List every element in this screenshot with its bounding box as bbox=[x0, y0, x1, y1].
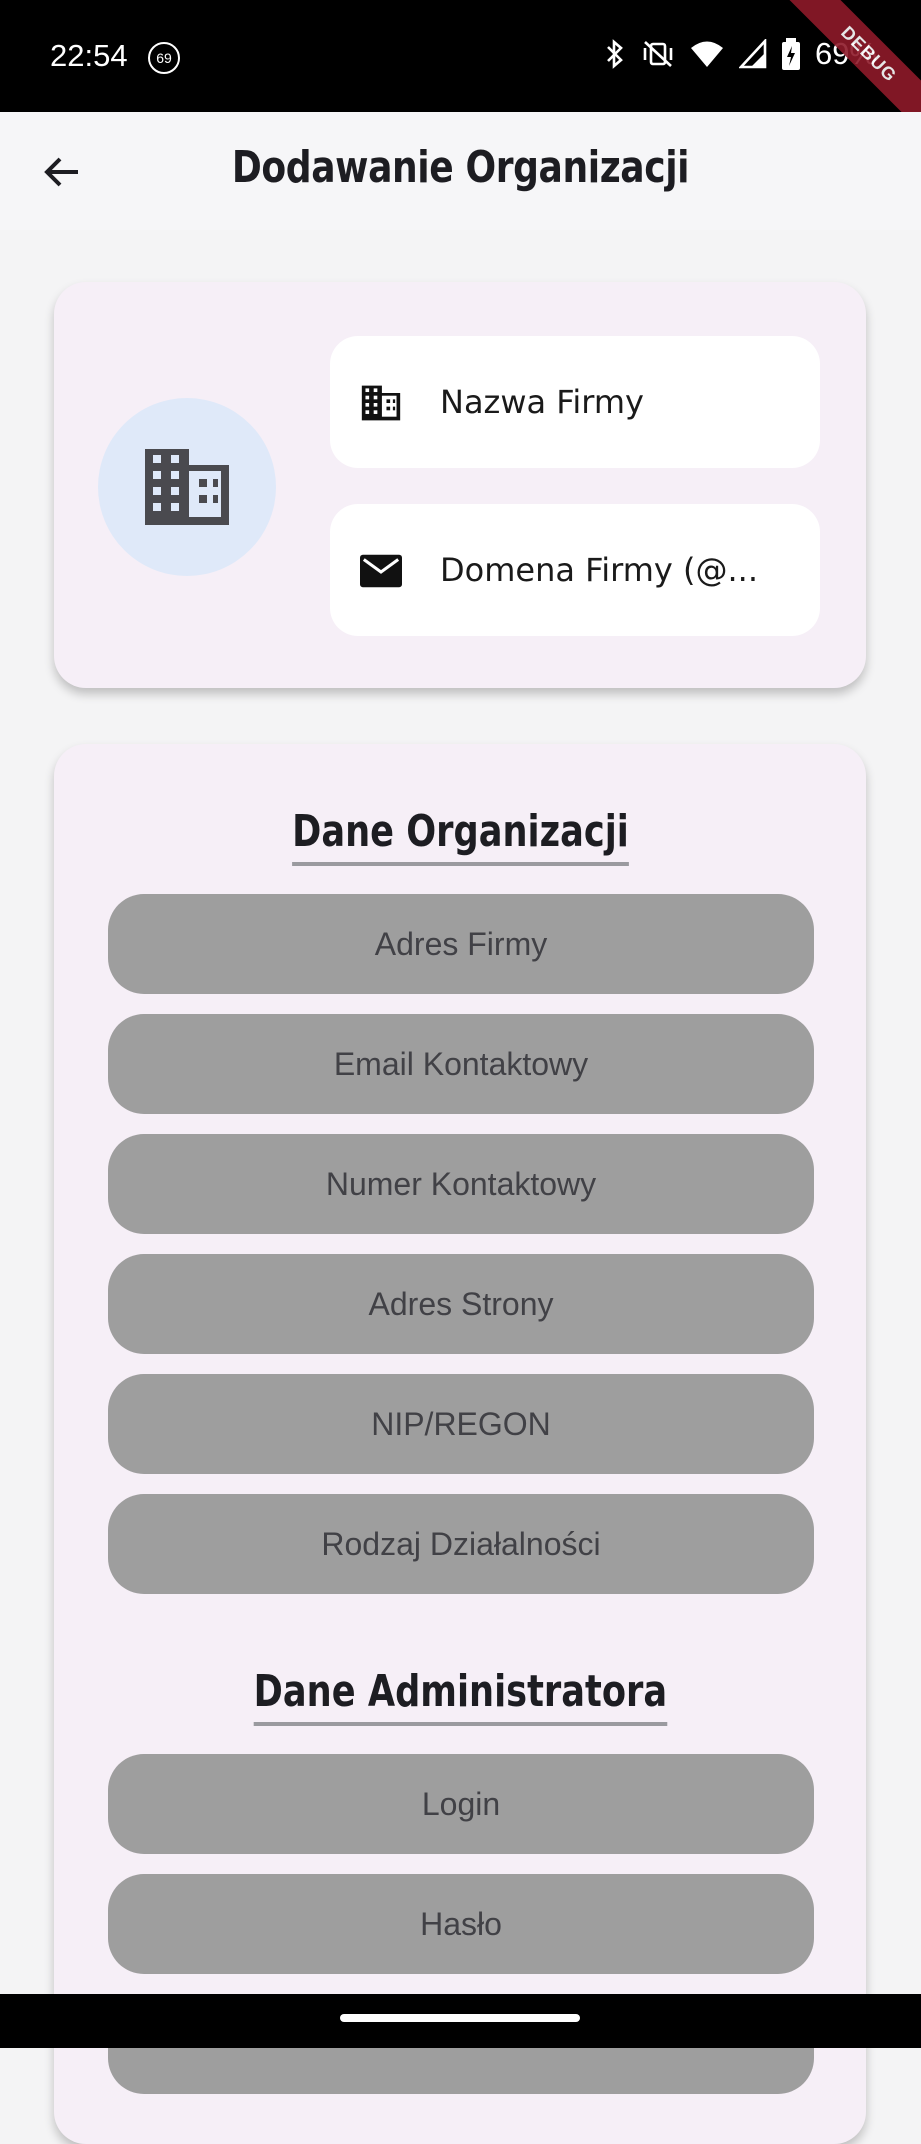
home-handle[interactable] bbox=[340, 2014, 580, 2022]
status-bar: 22:54 69 69% DEBUG bbox=[0, 0, 921, 145]
company-domain-field[interactable]: Domena Firmy (@... bbox=[330, 504, 820, 636]
details-card: Dane Organizacji Adres Firmy Email Konta… bbox=[54, 744, 866, 2144]
bluetooth-icon bbox=[607, 39, 623, 69]
login-field[interactable]: Login bbox=[108, 1754, 814, 1854]
website-field[interactable]: Adres Strony bbox=[108, 1254, 814, 1354]
contact-email-field[interactable]: Email Kontaktowy bbox=[108, 1014, 814, 1114]
company-domain-placeholder: Domena Firmy (@... bbox=[440, 551, 758, 589]
password-field[interactable]: Hasło bbox=[108, 1874, 814, 1974]
navigation-bar bbox=[0, 1994, 921, 2048]
company-avatar[interactable] bbox=[98, 398, 276, 576]
notification-badge: 69 bbox=[148, 42, 180, 74]
company-name-placeholder: Nazwa Firmy bbox=[440, 383, 644, 421]
email-icon bbox=[360, 550, 402, 592]
organization-section-heading: Dane Organizacji bbox=[54, 806, 866, 866]
business-type-field[interactable]: Rodzaj Działalności bbox=[108, 1494, 814, 1594]
admin-section-heading: Dane Administratora bbox=[54, 1666, 866, 1726]
company-name-field[interactable]: Nazwa Firmy bbox=[330, 336, 820, 468]
nip-regon-field[interactable]: NIP/REGON bbox=[108, 1374, 814, 1474]
battery-charging-icon bbox=[781, 38, 800, 70]
vibrate-off-icon bbox=[643, 41, 673, 67]
app-bar: Dodawanie Organizacji bbox=[0, 112, 921, 230]
status-time: 22:54 bbox=[50, 38, 128, 73]
arrow-back-icon bbox=[44, 157, 78, 187]
page-title: Dodawanie Organizacji bbox=[231, 142, 690, 193]
company-header-card: Nazwa Firmy Domena Firmy (@... bbox=[54, 282, 866, 688]
building-icon bbox=[360, 382, 402, 424]
company-address-field[interactable]: Adres Firmy bbox=[108, 894, 814, 994]
contact-phone-field[interactable]: Numer Kontaktowy bbox=[108, 1134, 814, 1234]
wifi-icon bbox=[690, 41, 723, 67]
signal-icon bbox=[738, 39, 767, 69]
building-icon bbox=[145, 449, 229, 525]
back-button[interactable] bbox=[36, 146, 88, 198]
